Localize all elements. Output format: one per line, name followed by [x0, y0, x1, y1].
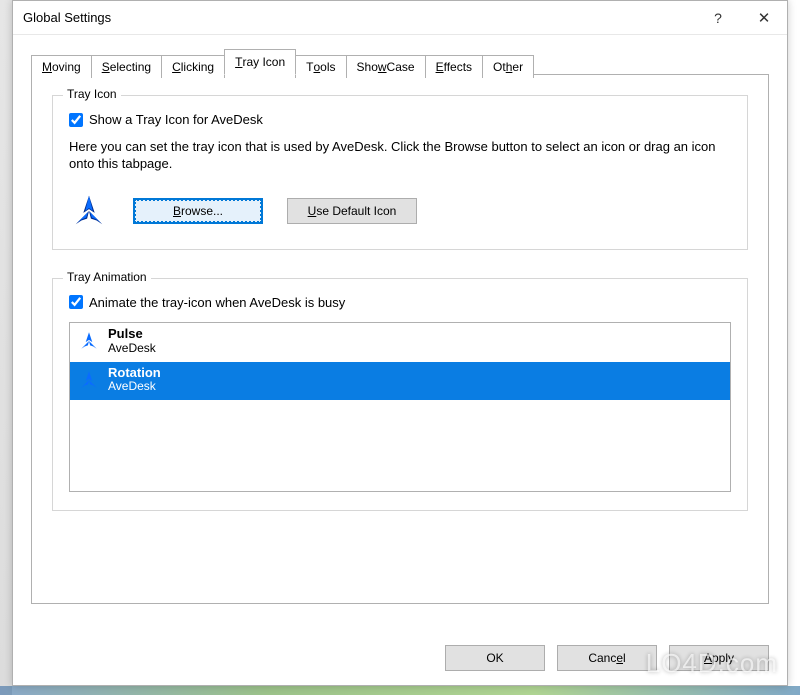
tray-animation-group: Tray Animation Animate the tray-icon whe… [52, 278, 748, 511]
window-title: Global Settings [23, 10, 695, 25]
list-item-subtitle: AveDesk [108, 380, 161, 394]
close-icon: ✕ [758, 9, 771, 27]
close-button[interactable]: ✕ [741, 1, 787, 34]
list-item-title: Pulse [108, 327, 156, 342]
dialog-button-row: OK Cancel Apply [445, 645, 769, 671]
show-tray-icon-row: Show a Tray Icon for AveDesk [69, 112, 731, 127]
tray-icon-preview[interactable] [69, 191, 109, 231]
tray-icon-description: Here you can set the tray icon that is u… [69, 139, 731, 173]
ok-button[interactable]: OK [445, 645, 545, 671]
list-item-subtitle: AveDesk [108, 342, 156, 356]
background-bottom [0, 686, 800, 695]
use-default-icon-button[interactable]: Use Default Icon [287, 198, 417, 224]
help-button[interactable]: ? [695, 1, 741, 34]
browse-button[interactable]: Browse... [133, 198, 263, 224]
show-tray-icon-label[interactable]: Show a Tray Icon for AveDesk [89, 112, 263, 127]
show-tray-icon-checkbox[interactable] [69, 113, 83, 127]
list-item-title: Rotation [108, 366, 161, 381]
background-sliver [0, 0, 12, 695]
avedesk-icon [78, 369, 100, 391]
help-icon: ? [714, 10, 722, 26]
list-item[interactable]: Pulse AveDesk [70, 323, 730, 362]
animate-tray-row: Animate the tray-icon when AveDesk is bu… [69, 295, 731, 310]
title-bar: Global Settings ? ✕ [13, 1, 787, 35]
list-item[interactable]: Rotation AveDesk [70, 362, 730, 401]
tray-icon-legend: Tray Icon [63, 87, 121, 101]
cancel-button[interactable]: Cancel [557, 645, 657, 671]
animate-tray-checkbox[interactable] [69, 295, 83, 309]
tab-showcase[interactable]: ShowCase [346, 55, 426, 78]
tab-other[interactable]: Other [482, 55, 534, 78]
tab-clicking[interactable]: Clicking [161, 55, 225, 78]
avedesk-icon [70, 192, 108, 230]
tray-icon-controls-row: Browse... Use Default Icon [69, 191, 731, 231]
tab-strip: Moving Selecting Clicking Tray Icon Tool… [31, 49, 769, 75]
dialog-window: Global Settings ? ✕ Moving Selecting Cli… [12, 0, 788, 686]
list-item-text: Pulse AveDesk [108, 327, 156, 356]
animate-tray-label[interactable]: Animate the tray-icon when AveDesk is bu… [89, 295, 345, 310]
list-item-text: Rotation AveDesk [108, 366, 161, 395]
tab-tools[interactable]: Tools [295, 55, 346, 78]
tray-icon-group: Tray Icon Show a Tray Icon for AveDesk H… [52, 95, 748, 250]
apply-button[interactable]: Apply [669, 645, 769, 671]
tab-tray-icon[interactable]: Tray Icon [224, 49, 296, 75]
tab-selecting[interactable]: Selecting [91, 55, 162, 78]
tab-panel-tray-icon: Tray Icon Show a Tray Icon for AveDesk H… [31, 74, 769, 604]
tray-animation-legend: Tray Animation [63, 270, 151, 284]
avedesk-icon [78, 330, 100, 352]
tab-effects[interactable]: Effects [425, 55, 483, 78]
tab-moving[interactable]: Moving [31, 55, 92, 78]
animation-listbox[interactable]: Pulse AveDesk Rotation AveDesk [69, 322, 731, 492]
dialog-content: Moving Selecting Clicking Tray Icon Tool… [13, 35, 787, 604]
